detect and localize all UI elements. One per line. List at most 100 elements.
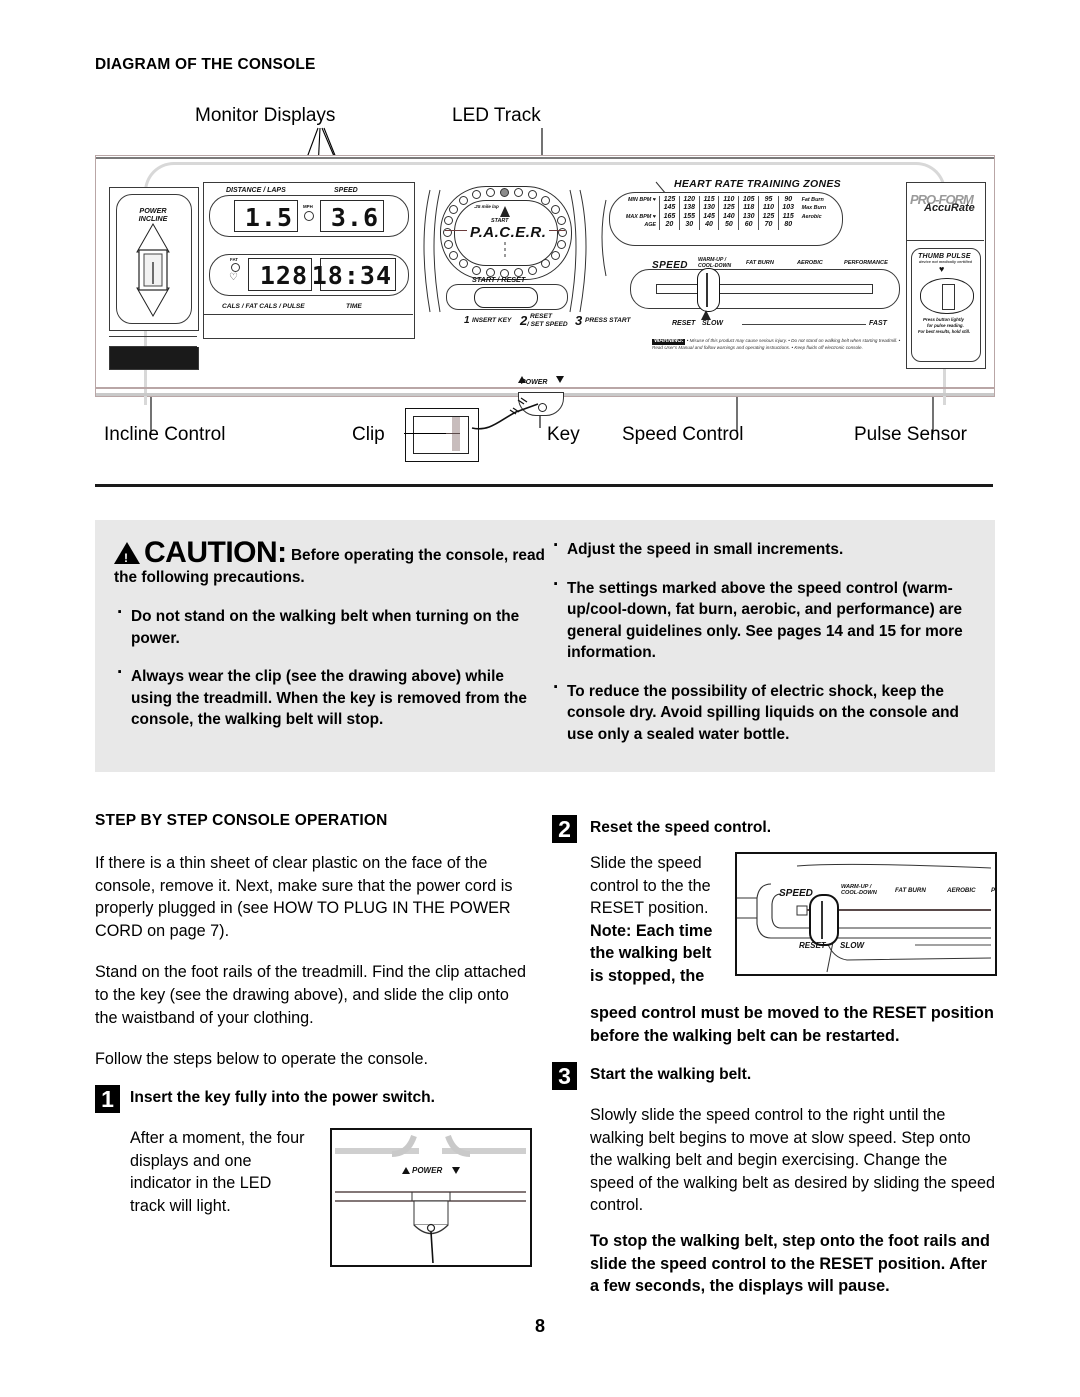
caution-left-column: CAUTION: Before operating the console, r… (114, 538, 546, 731)
speed-zone-aerobic: AEROBIC (797, 260, 823, 266)
strip-step-3-num: 3 (575, 313, 583, 328)
thumb-pulse-note-2: for pulse reading. (927, 323, 964, 328)
caution-bullet: Always wear the clip (see the drawing ab… (114, 662, 546, 731)
heart-rate-table: MIN BPM ♥ 125 120 115 110 105 95 90 Fat Burn 145 1… (616, 196, 834, 230)
led-dot (557, 240, 566, 249)
display-distance-lcd: 1.5 (234, 200, 298, 232)
led-dot (449, 205, 458, 214)
strip-step-2-label-b: / SET SPEED (527, 321, 568, 328)
pacer-lap-text: .25 mile lap (474, 204, 499, 209)
start-reset-button[interactable] (474, 287, 538, 308)
speed-slider-knob[interactable] (697, 268, 720, 312)
led-dot (472, 266, 481, 275)
speed-scale-line (742, 324, 866, 325)
led-dot (528, 266, 537, 275)
step-2-number: 2 (552, 815, 577, 843)
display-fat-indicator: FAT (230, 257, 238, 262)
pacer-brand-text: P.A.C.E.R. (467, 224, 550, 241)
right-panel-divider (906, 240, 984, 241)
caution-right-column: Adjust the speed in small increments. The… (550, 535, 982, 745)
hr-cell: 70 (758, 221, 779, 230)
fig1-lines (335, 1134, 526, 1264)
display-label-speed: SPEED (334, 187, 358, 194)
hr-cell: 145 (659, 204, 680, 213)
hr-table-body: MIN BPM ♥ 125 120 115 110 105 95 90 Fat Burn 145 1… (616, 196, 834, 230)
step-3-bold-note: To stop the walking belt, step onto the … (590, 1232, 990, 1296)
operation-intro-p3: Follow the steps below to operate the co… (95, 1050, 428, 1069)
callout-clip: Clip (352, 424, 385, 445)
hr-cell: 50 (718, 221, 739, 230)
incline-panel-divider-1 (109, 336, 197, 337)
clip-body (413, 416, 469, 454)
hr-cell: 155 (678, 212, 700, 222)
step-1-figure: POWER (330, 1128, 532, 1267)
led-dot-lit (500, 188, 509, 197)
hr-cell: 118 (738, 204, 759, 213)
hr-cell: 95 (758, 196, 779, 205)
pacer-dashed-line (504, 242, 506, 258)
hr-cell: 20 (659, 221, 680, 230)
speed-slider-track[interactable] (656, 284, 873, 294)
thumb-pulse-heart-icon: ♥ (939, 264, 945, 274)
led-dot (551, 205, 560, 214)
hr-cell: 138 (678, 204, 700, 213)
caution-right-bullets: Adjust the speed in small increments. The… (550, 535, 982, 745)
hr-zone-label: Max Burn (801, 205, 827, 212)
clip-drawing (405, 408, 479, 462)
fig1-power-label: POWER (412, 1166, 443, 1175)
thumb-pulse-note-3: For best results, hold still. (918, 329, 971, 334)
hr-cell: 110 (758, 204, 779, 213)
step-2-figure: SPEED WARM-UP / COOL-DOWN FAT BURN AEROB… (735, 852, 997, 976)
step-1-body: After a moment, the four displays and on… (130, 1129, 305, 1215)
hr-table-row: MIN BPM ♥ 125 120 115 110 105 95 90 Fat Burn (616, 196, 834, 205)
speed-reset-label: RESET (672, 320, 696, 327)
thumb-pulse-button[interactable] (920, 278, 974, 314)
led-dot (486, 188, 495, 197)
callout-speed-control: Speed Control (622, 424, 744, 445)
operation-intro-p2: Stand on the foot rails of the treadmill… (95, 963, 527, 1027)
caution-heading: CAUTION: Before operating the console, r… (114, 538, 546, 589)
display-cals-value: 128 (259, 261, 308, 290)
operation-intro-p1: If there is a thin sheet of clear plasti… (95, 854, 513, 940)
fig2-reset-label: RESET (799, 941, 826, 950)
display-mph-dot-icon (304, 211, 314, 221)
hr-table-row: 145 138 130 125 118 110 103 Max Burn (616, 204, 834, 213)
page-title-diagram: DIAGRAM OF THE CONSOLE (95, 56, 316, 73)
fig2-zone-warmup-b: COOL-DOWN (841, 890, 877, 896)
led-dot (459, 196, 468, 205)
display-fat-dot-icon (231, 263, 240, 272)
hr-zone-label: Fat Burn (801, 197, 824, 203)
start-reset-label: START / RESET (472, 275, 526, 284)
led-dot (472, 190, 481, 199)
hr-cell: 103 (777, 204, 798, 213)
console-top-edge (96, 157, 994, 159)
display-time-value: 18:34 (311, 261, 392, 290)
callout-pulse-sensor: Pulse Sensor (854, 424, 968, 445)
console-warning-block: WARNING: • Misuse of this product may ca… (652, 338, 902, 350)
caution-panel: CAUTION: Before operating the console, r… (95, 520, 995, 772)
step-2-body-bold-b: speed control must be moved to the RESET… (590, 1004, 994, 1045)
led-dot (514, 188, 523, 197)
speed-fast-label: FAST (869, 320, 887, 327)
caution-word: CAUTION (144, 536, 278, 569)
step-3-title: Start the walking belt. (590, 1066, 752, 1083)
hr-cell: 80 (777, 221, 798, 230)
strip-step-1-label: INSERT KEY (472, 317, 512, 324)
incline-rocker-switch[interactable] (128, 222, 178, 318)
manual-page: DIAGRAM OF THE CONSOLE Monitor Displays … (0, 0, 1080, 1397)
hr-zone-label: Aerobic (801, 213, 822, 220)
fig2-knob-groove (821, 901, 823, 939)
strip-step-3-label: PRESS START (585, 317, 631, 324)
strip-step-2-label-a: RESET (530, 313, 552, 320)
hr-cell: 125 (718, 204, 739, 213)
fig2-zone-aerobic: AEROBIC (947, 887, 976, 894)
caution-colon: : (277, 536, 287, 569)
hr-table-row: AGE 20 30 40 50 60 70 80 (616, 221, 834, 230)
speed-knob-groove (706, 273, 708, 307)
hr-cell: 105 (738, 196, 759, 205)
step-2-body-plain: Slide the speed control to the the RESET… (590, 854, 711, 918)
fig2-lines (737, 863, 992, 973)
strip-step-1-num: 1 (464, 315, 470, 326)
thumb-pulse-pad (942, 284, 955, 310)
display-speed-value: 3.6 (330, 203, 379, 232)
